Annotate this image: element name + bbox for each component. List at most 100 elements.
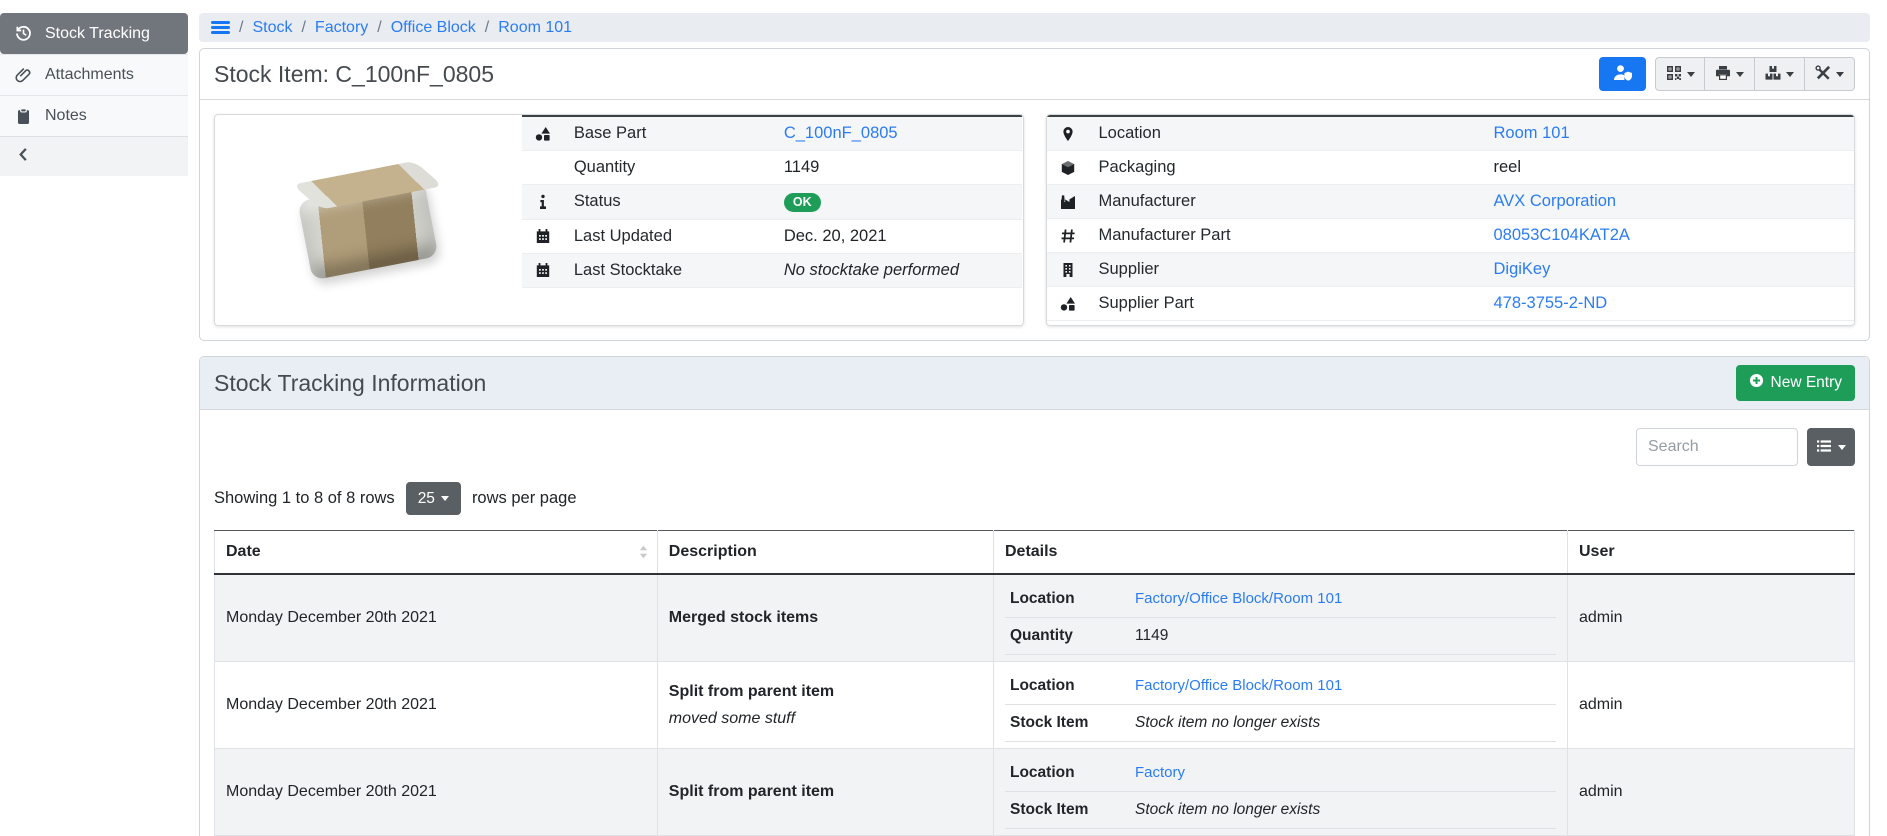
- detail-key: Stock Item: [1010, 714, 1135, 732]
- packaging-value: reel: [1494, 158, 1522, 176]
- caret-down-icon: [1786, 72, 1794, 77]
- last-stocktake-value: No stocktake performed: [784, 261, 959, 279]
- breadcrumb-link-stock[interactable]: Stock: [252, 19, 292, 37]
- detail-label: Manufacturer: [1089, 185, 1484, 219]
- detail-label: Status: [564, 185, 774, 220]
- sort-icon: [639, 546, 648, 559]
- entry-user: admin: [1567, 749, 1854, 836]
- stock-item-panel: Stock Item: C_100nF_0805: [199, 48, 1870, 341]
- boxes-icon: [1765, 65, 1781, 84]
- stock-tracking-table: Date Description Details User Monday Dec…: [214, 530, 1855, 836]
- page-size-dropdown[interactable]: 25: [406, 482, 461, 515]
- qrcode-icon: [1666, 65, 1682, 84]
- entry-date: Monday December 20th 2021: [215, 749, 658, 836]
- caret-down-icon: [1836, 72, 1844, 77]
- section-title: Stock Tracking Information: [214, 370, 486, 397]
- stock-item-source-table: Location Room 101 Packaging reel Manufac…: [1047, 115, 1855, 321]
- location-link[interactable]: Room 101: [1494, 124, 1570, 142]
- new-entry-label: New Entry: [1771, 374, 1843, 392]
- caret-down-icon: [1687, 72, 1695, 77]
- print-actions-button[interactable]: [1705, 57, 1755, 91]
- sidebar: Stock Tracking Attachments Notes: [0, 13, 188, 176]
- breadcrumb-separator: /: [377, 19, 381, 37]
- detail-key: Quantity: [1010, 627, 1135, 645]
- clipboard-icon: [15, 108, 32, 125]
- entry-description: Split from parent item: [669, 683, 834, 700]
- table-row: Monday December 20th 2021 Split from par…: [215, 662, 1855, 749]
- base-part-link[interactable]: C_100nF_0805: [784, 124, 898, 142]
- breadcrumb: / Stock / Factory / Office Block / Room …: [199, 13, 1870, 42]
- entry-date: Monday December 20th 2021: [215, 662, 658, 749]
- column-header-description[interactable]: Description: [657, 531, 993, 575]
- caret-down-icon: [441, 496, 449, 501]
- chevron-left-icon: [16, 147, 31, 167]
- columns-button[interactable]: [1807, 428, 1855, 466]
- user-shield-icon: [1613, 64, 1633, 84]
- search-input[interactable]: [1636, 428, 1798, 466]
- box-icon: [1060, 160, 1079, 176]
- shapes-icon: [1060, 296, 1079, 312]
- entry-note: moved some stuff: [669, 710, 982, 728]
- manufacturer-link[interactable]: AVX Corporation: [1494, 192, 1617, 210]
- tools-icon: [1815, 65, 1831, 84]
- detail-label: Last Updated: [564, 219, 774, 253]
- stock-item-details-table: Base Part C_100nF_0805 Quantity 1149 Sta…: [522, 115, 1023, 288]
- column-header-date[interactable]: Date: [215, 531, 658, 575]
- detail-label: Packaging: [1089, 151, 1484, 185]
- printer-icon: [1715, 65, 1731, 84]
- entry-date: Monday December 20th 2021: [215, 574, 658, 662]
- breadcrumb-separator: /: [239, 19, 243, 37]
- breadcrumb-separator: /: [485, 19, 489, 37]
- supplier-link[interactable]: DigiKey: [1494, 260, 1551, 278]
- part-thumbnail[interactable]: [215, 115, 522, 325]
- entry-description: Split from parent item: [669, 783, 834, 800]
- detail-label: Base Part: [564, 116, 774, 151]
- sidebar-collapse-button[interactable]: [0, 136, 188, 176]
- shapes-icon: [535, 126, 554, 142]
- page-size-value: 25: [418, 490, 435, 508]
- calendar-icon: [535, 228, 554, 244]
- history-icon: [15, 25, 32, 42]
- detail-label: Supplier: [1089, 253, 1484, 287]
- column-header-details[interactable]: Details: [993, 531, 1567, 575]
- edit-actions-button[interactable]: [1805, 57, 1855, 91]
- factory-icon: [1060, 194, 1079, 210]
- supplier-part-link[interactable]: 478-3755-2-ND: [1494, 294, 1608, 312]
- calendar-icon: [535, 262, 554, 278]
- breadcrumb-link-room-101[interactable]: Room 101: [498, 19, 572, 37]
- menu-icon[interactable]: [211, 21, 230, 34]
- stock-item-toolbar: [1599, 57, 1855, 91]
- caret-down-icon: [1736, 72, 1744, 77]
- status-badge: OK: [784, 193, 821, 212]
- detail-value: Stock item no longer exists: [1135, 714, 1320, 732]
- paperclip-icon: [15, 67, 32, 84]
- entry-user: admin: [1567, 662, 1854, 749]
- sidebar-item-label: Attachments: [45, 66, 134, 84]
- entry-user: admin: [1567, 574, 1854, 662]
- sidebar-item-attachments[interactable]: Attachments: [0, 54, 188, 95]
- plus-circle-icon: [1749, 373, 1764, 393]
- detail-label: Last Stocktake: [564, 253, 774, 287]
- detail-location-link[interactable]: Factory/Office Block/Room 101: [1135, 590, 1342, 607]
- caret-down-icon: [1838, 445, 1846, 450]
- barcode-actions-button[interactable]: [1655, 57, 1705, 91]
- sidebar-item-stock-tracking[interactable]: Stock Tracking: [0, 13, 188, 54]
- detail-label: Location: [1089, 116, 1484, 151]
- breadcrumb-link-factory[interactable]: Factory: [315, 19, 368, 37]
- quantity-value: 1149: [784, 158, 819, 176]
- detail-value: Stock item no longer exists: [1135, 801, 1320, 819]
- sidebar-item-notes[interactable]: Notes: [0, 95, 188, 136]
- detail-key: Location: [1010, 764, 1135, 782]
- map-marker-icon: [1060, 126, 1079, 142]
- new-entry-button[interactable]: New Entry: [1736, 365, 1856, 401]
- stock-actions-button[interactable]: [1755, 57, 1805, 91]
- table-row: Monday December 20th 2021 Merged stock i…: [215, 574, 1855, 662]
- manufacturer-part-link[interactable]: 08053C104KAT2A: [1494, 226, 1630, 244]
- admin-button[interactable]: [1599, 57, 1646, 91]
- column-header-user[interactable]: User: [1567, 531, 1854, 575]
- breadcrumb-link-office-block[interactable]: Office Block: [391, 19, 476, 37]
- info-icon: [535, 194, 554, 210]
- detail-location-link[interactable]: Factory/Office Block/Room 101: [1135, 677, 1342, 694]
- showing-rows-text: Showing 1 to 8 of 8 rows: [214, 489, 395, 508]
- detail-location-link[interactable]: Factory: [1135, 764, 1185, 781]
